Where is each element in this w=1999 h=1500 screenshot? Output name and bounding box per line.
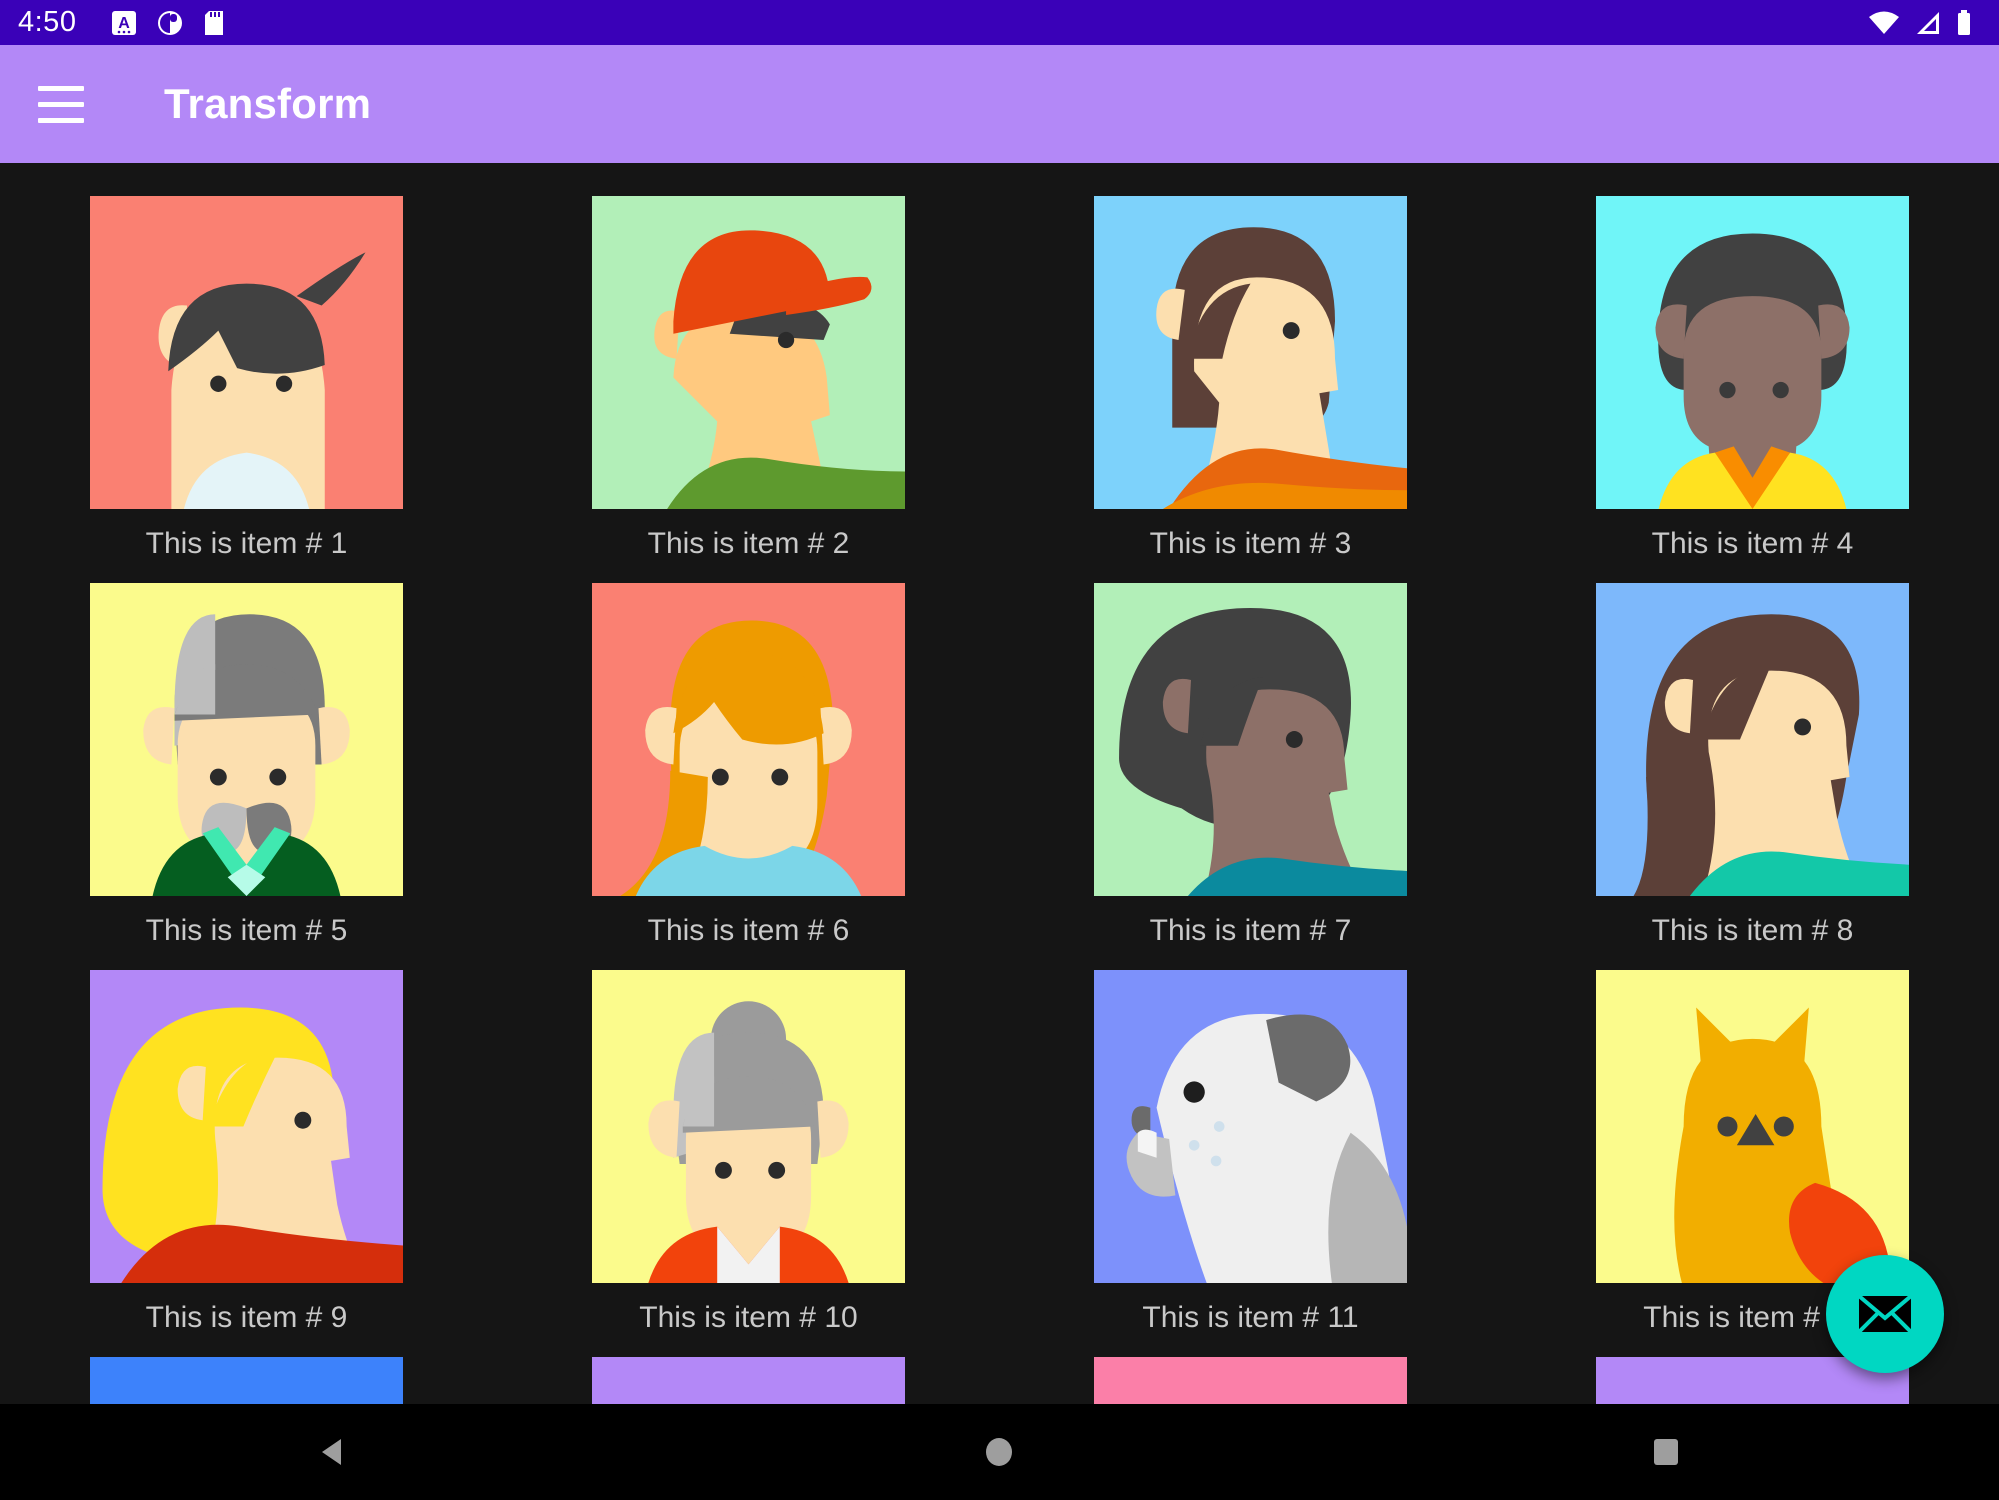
app-notification-icon: A bbox=[112, 10, 137, 35]
avatar-image-13[interactable] bbox=[90, 1357, 403, 1408]
clock-alarm-icon bbox=[158, 10, 183, 35]
grid-item-label: This is item # 10 bbox=[639, 1301, 858, 1334]
avatar-image-4[interactable] bbox=[1596, 196, 1909, 509]
avatar-image-1[interactable] bbox=[90, 196, 403, 509]
grid-item-label: This is item # 5 bbox=[145, 914, 348, 947]
email-envelope-icon bbox=[1858, 1294, 1912, 1334]
page-title: Transform bbox=[164, 80, 372, 127]
avatar-image-2[interactable] bbox=[592, 196, 905, 509]
grid-item[interactable]: This is item # 14 bbox=[592, 1357, 905, 1408]
recents-button[interactable] bbox=[1606, 1404, 1726, 1500]
grid-item[interactable]: This is item # 15 bbox=[1094, 1357, 1407, 1408]
grid-item[interactable]: This is item # 6 bbox=[592, 583, 905, 970]
avatar-image-15[interactable] bbox=[1094, 1357, 1407, 1408]
square-recents-icon bbox=[1653, 1439, 1678, 1465]
grid-item[interactable]: This is item # 13 bbox=[90, 1357, 403, 1408]
wifi-icon bbox=[1869, 11, 1899, 34]
grid-item[interactable]: This is item # 2 bbox=[592, 196, 905, 583]
grid-item-label: This is item # 4 bbox=[1651, 527, 1854, 560]
android-screen: 4:50 A Transform This is item # 1 This i… bbox=[0, 0, 1999, 1500]
status-clock: 4:50 bbox=[18, 6, 77, 38]
avatar-image-12[interactable] bbox=[1596, 970, 1909, 1283]
grid-item[interactable]: This is item # 3 bbox=[1094, 196, 1407, 583]
grid-item-label: This is item # 1 bbox=[145, 527, 348, 560]
grid-item[interactable]: This is item # 10 bbox=[592, 970, 905, 1357]
status-bar: 4:50 A bbox=[0, 0, 1999, 45]
avatar-image-9[interactable] bbox=[90, 970, 403, 1283]
avatar-image-14[interactable] bbox=[592, 1357, 905, 1408]
grid-item[interactable]: This is item # 8 bbox=[1596, 583, 1909, 970]
avatar-image-3[interactable] bbox=[1094, 196, 1407, 509]
battery-icon bbox=[1958, 9, 1970, 35]
grid-item[interactable]: This is item # 4 bbox=[1596, 196, 1909, 583]
grid-item[interactable]: This is item # 5 bbox=[90, 583, 403, 970]
grid-item-label: This is item # 6 bbox=[647, 914, 850, 947]
hamburger-menu-icon[interactable] bbox=[38, 72, 102, 136]
avatar-image-8[interactable] bbox=[1596, 583, 1909, 896]
avatar-image-11[interactable] bbox=[1094, 970, 1407, 1283]
grid-item-label: This is item # 9 bbox=[145, 1301, 348, 1334]
menu-bar-1 bbox=[38, 85, 84, 91]
image-grid[interactable]: This is item # 1 This is item # 2 This is … bbox=[0, 163, 1999, 1408]
avatar-image-10[interactable] bbox=[592, 970, 905, 1283]
circle-home-icon bbox=[986, 1438, 1013, 1466]
grid-item-label: This is item # 3 bbox=[1149, 527, 1352, 560]
avatar-image-5[interactable] bbox=[90, 583, 403, 896]
status-right-icons bbox=[1867, 9, 1981, 37]
grid-item-label: This is item # 8 bbox=[1651, 914, 1854, 947]
grid-item[interactable]: This is item # 9 bbox=[90, 970, 403, 1357]
triangle-back-icon bbox=[322, 1439, 342, 1465]
back-button[interactable] bbox=[273, 1404, 393, 1500]
cell-signal-icon bbox=[1917, 11, 1939, 34]
menu-bar-3 bbox=[38, 117, 84, 123]
app-bar: Transform bbox=[0, 45, 1999, 163]
avatar-image-7[interactable] bbox=[1094, 583, 1407, 896]
home-button[interactable] bbox=[939, 1404, 1059, 1500]
system-navigation-bar bbox=[0, 1404, 1999, 1500]
menu-bar-2 bbox=[38, 101, 84, 107]
compose-email-fab[interactable] bbox=[1826, 1255, 1944, 1373]
svg-text:A: A bbox=[119, 15, 131, 32]
status-left-icons: A bbox=[110, 9, 228, 37]
grid-item[interactable]: This is item # 11 bbox=[1094, 970, 1407, 1357]
grid-item-label: This is item # 2 bbox=[647, 527, 850, 560]
sd-card-icon bbox=[205, 10, 224, 35]
grid-item-label: This is item # 7 bbox=[1149, 914, 1352, 947]
grid-item-label: This is item # 11 bbox=[1142, 1301, 1359, 1334]
grid-item[interactable]: This is item # 1 bbox=[90, 196, 403, 583]
avatar-image-6[interactable] bbox=[592, 583, 905, 896]
grid-item[interactable]: This is item # 7 bbox=[1094, 583, 1407, 970]
